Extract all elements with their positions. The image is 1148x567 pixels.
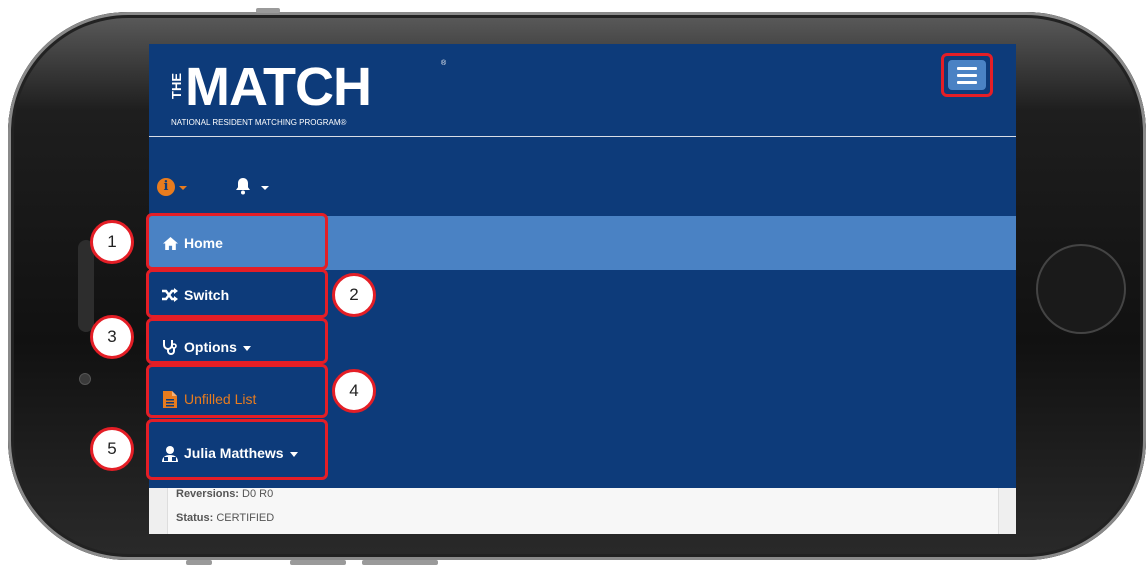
- hamburger-menu-button[interactable]: [941, 53, 993, 97]
- bell-icon[interactable]: [233, 176, 255, 198]
- highlight-user: [146, 419, 328, 480]
- callout-3: 3: [90, 315, 134, 359]
- logo-title: MATCH: [185, 57, 372, 117]
- logo-registered-mark: ®: [441, 60, 447, 67]
- highlight-home: [146, 213, 328, 270]
- callout-1: 1: [90, 220, 134, 264]
- callout-5: 5: [90, 427, 134, 471]
- nrmp-logo[interactable]: THE MATCH ® NATIONAL RESIDENT MATCHING P…: [169, 56, 451, 132]
- phone-button-bottom-1: [186, 560, 212, 565]
- status-label: Status:: [176, 512, 214, 524]
- highlight-options: [146, 318, 328, 364]
- phone-button-bottom-2: [290, 560, 346, 565]
- app-header: THE MATCH ® NATIONAL RESIDENT MATCHING P…: [149, 44, 1016, 137]
- logo-subtitle: NATIONAL RESIDENT MATCHING PROGRAM®: [171, 118, 347, 127]
- highlight-switch: [146, 269, 328, 318]
- status-card: Reversions: D0 R0 Status: CERTIFIED: [167, 488, 999, 534]
- reversions-label: Reversions:: [176, 488, 239, 500]
- phone-button-top: [256, 8, 280, 13]
- reversions-line: Reversions: D0 R0: [176, 488, 273, 500]
- logo-the: THE: [169, 73, 184, 99]
- phone-home-button[interactable]: [1036, 244, 1126, 334]
- status-value: CERTIFIED: [216, 512, 275, 524]
- info-circle-icon[interactable]: i: [157, 178, 175, 196]
- toolbar: i: [149, 174, 349, 204]
- callout-4: 4: [332, 369, 376, 413]
- status-panel: Reversions: D0 R0 Status: CERTIFIED: [149, 488, 1016, 534]
- info-dropdown-caret[interactable]: [179, 186, 187, 190]
- hamburger-icon: [948, 60, 986, 90]
- highlight-unfilled-list: [146, 364, 328, 418]
- status-line: Status: CERTIFIED: [176, 512, 274, 524]
- phone-button-bottom-3: [362, 560, 438, 565]
- callout-2: 2: [332, 273, 376, 317]
- bell-dropdown-caret[interactable]: [261, 186, 269, 190]
- reversions-value: D0 R0: [242, 488, 274, 500]
- phone-camera: [79, 373, 91, 385]
- phone-speaker: [78, 240, 94, 332]
